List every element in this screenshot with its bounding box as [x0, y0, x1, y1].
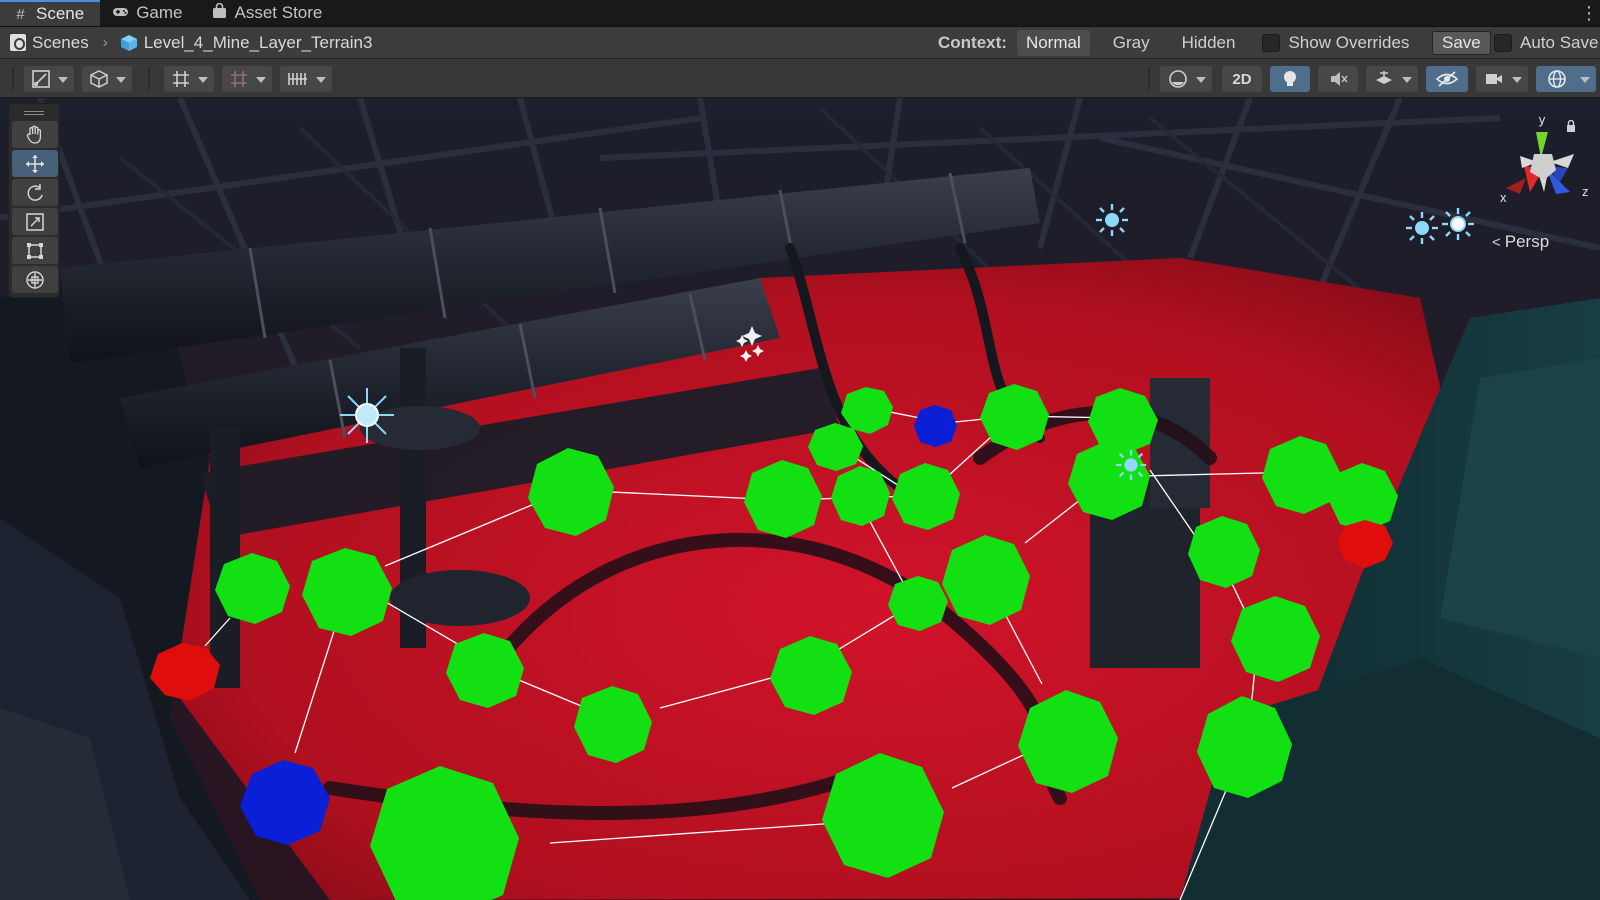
context-hidden-button[interactable]: Hidden — [1173, 30, 1245, 56]
increment-snapping-dropdown[interactable] — [280, 66, 332, 92]
breadcrumb-scenes[interactable]: Scenes — [32, 33, 89, 53]
transform-tool-palette — [8, 103, 60, 298]
light-icon[interactable] — [1404, 210, 1440, 246]
camera-settings-dropdown[interactable] — [1476, 66, 1528, 92]
toolbar-separator — [148, 68, 150, 90]
lock-icon[interactable] — [1566, 120, 1576, 132]
eye-hidden-icon — [1436, 71, 1458, 87]
grid-icon — [173, 71, 189, 87]
effects-dropdown[interactable] — [1366, 66, 1418, 92]
auto-save-label: Auto Save — [1520, 33, 1599, 52]
audio-toggle-button[interactable] — [1318, 66, 1358, 92]
light-icon[interactable] — [1114, 448, 1148, 482]
shopping-bag-icon — [211, 2, 228, 23]
chevron-left-icon: < — [1492, 233, 1501, 251]
gizmo-x-label: x — [1500, 190, 1507, 205]
transform-tool-button[interactable] — [12, 266, 58, 293]
light-icon[interactable] — [1094, 202, 1130, 238]
gizmos-dropdown[interactable] — [1536, 66, 1596, 92]
gamepad-icon — [112, 5, 129, 22]
context-normal-button[interactable]: Normal — [1016, 30, 1090, 56]
scene-view-toolbar: 2D — [0, 59, 1600, 98]
context-mode-group: Context: Normal Gray Hidden Show Overrid… — [938, 27, 1409, 59]
tab-scene[interactable]: # Scene — [0, 0, 101, 26]
context-gray-button[interactable]: Gray — [1104, 30, 1159, 56]
local-cube-icon — [90, 70, 108, 88]
show-overrides-label: Show Overrides — [1288, 33, 1410, 52]
effects-layers-icon — [1376, 71, 1392, 84]
tab-scene-label: Scene — [36, 4, 85, 23]
tab-asset-store[interactable]: Asset Store — [199, 0, 339, 26]
scene-render — [0, 98, 1600, 900]
2d-toggle-button[interactable]: 2D — [1222, 66, 1262, 92]
2d-label: 2D — [1232, 70, 1252, 88]
camera-icon — [1486, 74, 1502, 84]
toolbar-separator — [1148, 68, 1150, 90]
show-overrides-toggle[interactable]: Show Overrides — [1262, 33, 1409, 53]
window-tab-bar: # Scene Game Asset Store ⋮ — [0, 0, 1600, 27]
ruler-icon — [288, 73, 307, 85]
rotate-icon — [27, 183, 43, 201]
gizmo-z-label: z — [1582, 184, 1589, 199]
light-bulb-icon — [1284, 71, 1296, 86]
grid-snap-icon — [231, 71, 247, 87]
lighting-toggle-button[interactable] — [1270, 66, 1310, 92]
save-button[interactable]: Save — [1432, 31, 1491, 55]
grid-visibility-dropdown[interactable] — [164, 66, 214, 92]
transform-combined-icon — [26, 270, 44, 289]
rect-transform-icon — [27, 242, 43, 259]
auto-save-checkbox[interactable] — [1494, 34, 1512, 52]
move-arrows-icon — [26, 154, 44, 173]
projection-toggle[interactable]: < Persp — [1492, 232, 1549, 252]
tab-asset-store-label: Asset Store — [234, 3, 323, 22]
pivot-icon — [32, 70, 50, 88]
projection-label: Persp — [1504, 232, 1550, 251]
move-tool-button[interactable] — [12, 150, 58, 177]
rotate-tool-button[interactable] — [12, 179, 58, 206]
prefab-cube-icon — [120, 34, 137, 51]
scale-icon — [26, 212, 44, 231]
rect-tool-button[interactable] — [12, 237, 58, 264]
prefab-breadcrumb-bar: Scenes › Level_4_Mine_Layer_Terrain3 Con… — [0, 27, 1600, 59]
light-icon[interactable] — [1440, 206, 1476, 242]
breadcrumb: Scenes › Level_4_Mine_Layer_Terrain3 — [0, 33, 372, 53]
palette-drag-handle[interactable] — [12, 107, 56, 119]
auto-save-toggle[interactable]: Auto Save — [1494, 27, 1598, 59]
hand-tool-button[interactable] — [12, 121, 58, 148]
scale-tool-button[interactable] — [12, 208, 58, 235]
tab-game-label: Game — [136, 3, 183, 22]
context-label: Context: — [938, 33, 1007, 52]
shaded-sphere-icon — [1169, 70, 1187, 88]
toolbar-separator — [12, 68, 14, 90]
hand-icon — [26, 125, 42, 144]
breadcrumb-prefab-name[interactable]: Level_4_Mine_Layer_Terrain3 — [144, 33, 373, 53]
gizmo-globe-icon — [1548, 70, 1566, 88]
speaker-muted-icon — [1331, 72, 1348, 86]
gizmo-y-label: y — [1539, 112, 1546, 127]
scene-file-icon — [10, 34, 26, 51]
more-options-icon[interactable]: ⋮ — [1578, 0, 1600, 26]
chevron-right-icon: › — [102, 34, 108, 51]
tool-handle-position-dropdown[interactable] — [24, 66, 74, 92]
draw-mode-dropdown[interactable] — [1160, 66, 1212, 92]
hash-icon: # — [16, 5, 25, 23]
scene-visibility-toggle[interactable] — [1426, 66, 1468, 92]
scene-viewport[interactable] — [0, 98, 1600, 900]
show-overrides-checkbox[interactable] — [1262, 34, 1281, 52]
grid-snapping-dropdown[interactable] — [222, 66, 272, 92]
tab-game[interactable]: Game — [100, 0, 198, 26]
orientation-gizmo[interactable]: y x z — [1486, 110, 1596, 220]
tool-handle-rotation-dropdown[interactable] — [82, 66, 132, 92]
